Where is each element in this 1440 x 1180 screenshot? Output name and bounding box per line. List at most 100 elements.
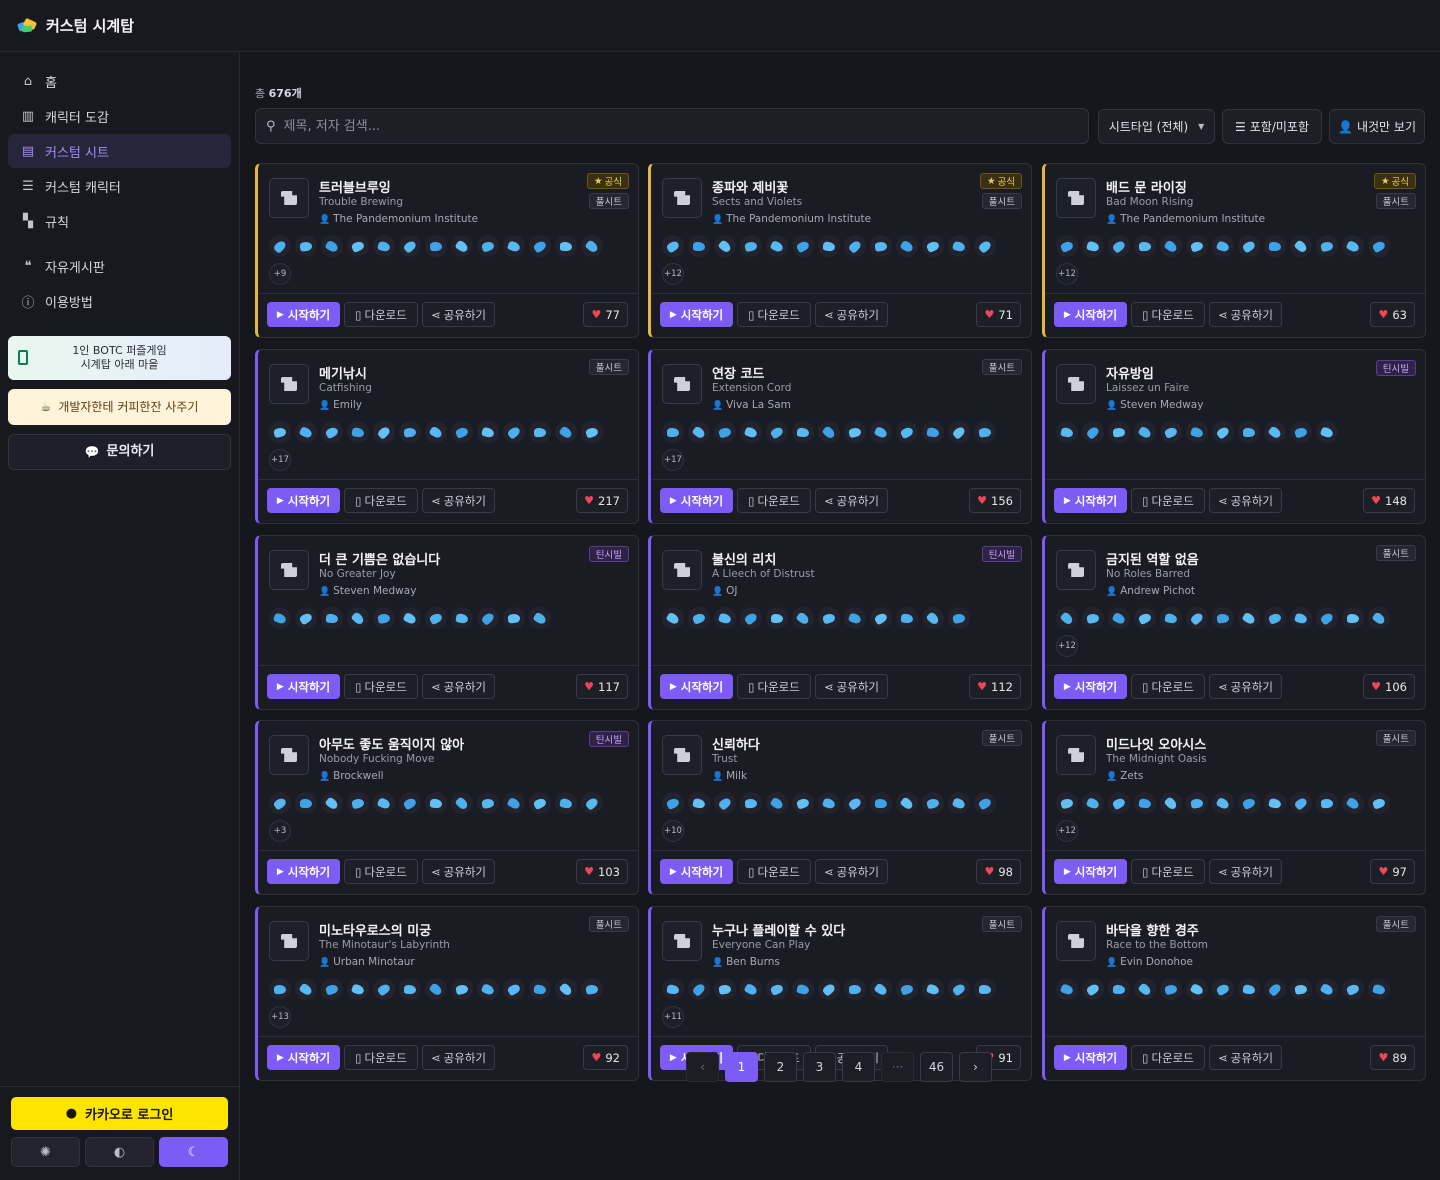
pagination-page-button[interactable]: 1 [725, 1052, 758, 1082]
start-button[interactable]: ▶시작하기 [1054, 488, 1127, 513]
character-icon[interactable] [555, 235, 577, 257]
pagination-page-button[interactable]: 2 [764, 1052, 797, 1082]
share-button[interactable]: ⋖공유하기 [815, 488, 888, 513]
share-button[interactable]: ⋖공유하기 [1209, 302, 1282, 327]
character-icon[interactable] [425, 421, 447, 443]
character-icon[interactable] [399, 607, 421, 629]
sheet-title[interactable]: 신뢰하다 [712, 734, 760, 753]
character-icon[interactable] [1108, 607, 1130, 629]
character-icon[interactable] [451, 235, 473, 257]
character-icon[interactable] [1264, 421, 1286, 443]
download-button[interactable]: ▯다운로드 [344, 859, 418, 884]
sheet-title[interactable]: 더 큰 기쁨은 없습니다 [319, 549, 440, 568]
character-icon[interactable] [269, 235, 291, 257]
character-icon[interactable] [399, 421, 421, 443]
character-icon[interactable] [347, 235, 369, 257]
sheet-card[interactable]: 트러블브루잉 Trouble Brewing 👤 The Pandemonium I… [255, 163, 639, 338]
sidebar-item-home[interactable]: ⌂ 홈 [8, 64, 231, 98]
character-icon[interactable] [451, 792, 473, 814]
character-icon[interactable] [1108, 235, 1130, 257]
sheet-card[interactable]: 더 큰 기쁨은 없습니다 No Greater Joy 👤 Steven Medwa… [255, 535, 639, 710]
character-icon[interactable] [948, 421, 970, 443]
character-icon[interactable] [662, 235, 684, 257]
sheet-card[interactable]: 신뢰하다 Trust 👤 Milk 풀시트 +10 ▶ 시작하기 ▯ 다운로드 ⋖ 공유하기 ♥ 98 [648, 720, 1032, 895]
character-icon[interactable] [1290, 607, 1312, 629]
start-button[interactable]: ▶시작하기 [660, 488, 733, 513]
like-button[interactable]: ♥ 148 [1363, 488, 1415, 513]
kakao-login-button[interactable]: ● 카카오로 로그인 [11, 1097, 228, 1130]
character-icon[interactable] [740, 607, 762, 629]
share-button[interactable]: ⋖공유하기 [422, 488, 495, 513]
start-button[interactable]: ▶시작하기 [1054, 859, 1127, 884]
character-icon[interactable] [662, 978, 684, 1000]
like-button[interactable]: ♥ 106 [1363, 674, 1415, 699]
character-icon[interactable] [529, 421, 551, 443]
character-icon[interactable] [714, 792, 736, 814]
character-icon[interactable] [1212, 421, 1234, 443]
character-icon[interactable] [347, 421, 369, 443]
share-button[interactable]: ⋖공유하기 [815, 674, 888, 699]
character-icon[interactable] [974, 978, 996, 1000]
character-icon[interactable] [1082, 235, 1104, 257]
start-button[interactable]: ▶시작하기 [267, 859, 340, 884]
character-icon[interactable] [581, 235, 603, 257]
character-icon[interactable] [373, 421, 395, 443]
character-icon[interactable] [1316, 792, 1338, 814]
character-icon[interactable] [269, 421, 291, 443]
sheet-title[interactable]: 금지된 역할 없음 [1106, 549, 1199, 568]
character-icon[interactable] [922, 235, 944, 257]
character-icon[interactable] [1186, 792, 1208, 814]
character-icon[interactable] [714, 607, 736, 629]
character-icon[interactable] [529, 792, 551, 814]
character-icon[interactable] [1186, 978, 1208, 1000]
theme-dark-button[interactable]: ☾ [159, 1137, 228, 1167]
character-icon[interactable] [870, 607, 892, 629]
download-button[interactable]: ▯다운로드 [1131, 302, 1205, 327]
character-icon[interactable] [948, 607, 970, 629]
like-button[interactable]: ♥ 217 [576, 488, 628, 513]
character-icon[interactable] [948, 235, 970, 257]
character-icon[interactable] [295, 607, 317, 629]
character-icon[interactable] [662, 607, 684, 629]
character-icon[interactable] [347, 792, 369, 814]
pagination-page-button[interactable]: 4 [842, 1052, 875, 1082]
character-icon[interactable] [1212, 235, 1234, 257]
sheet-title[interactable]: 아무도 좋도 움직이지 않아 [319, 734, 464, 753]
character-icon[interactable] [295, 792, 317, 814]
start-button[interactable]: ▶시작하기 [660, 859, 733, 884]
character-icon[interactable] [1160, 792, 1182, 814]
character-icon[interactable] [948, 792, 970, 814]
sheet-card[interactable]: 배드 문 라이징 Bad Moon Rising 👤 The Pandemonium… [1042, 163, 1426, 338]
character-icon[interactable] [922, 792, 944, 814]
include-exclude-button[interactable]: ☰ 포함/미포함 [1222, 109, 1322, 144]
like-button[interactable]: ♥ 117 [576, 674, 628, 699]
character-icon[interactable] [1316, 421, 1338, 443]
download-button[interactable]: ▯다운로드 [1131, 674, 1205, 699]
character-icon[interactable] [714, 421, 736, 443]
character-icon[interactable] [269, 978, 291, 1000]
character-icon[interactable] [818, 978, 840, 1000]
character-icon[interactable] [321, 421, 343, 443]
download-button[interactable]: ▯다운로드 [1131, 859, 1205, 884]
character-icon[interactable] [688, 792, 710, 814]
more-characters-badge[interactable]: +17 [662, 449, 684, 471]
character-icon[interactable] [295, 235, 317, 257]
sidebar-item-list[interactable]: ☰ 커스텀 캐릭터 [8, 169, 231, 203]
character-icon[interactable] [1238, 235, 1260, 257]
character-icon[interactable] [503, 792, 525, 814]
sheet-card[interactable]: 연장 코드 Extension Cord 👤 Viva La Sam 풀시트 +17 ▶ 시… [648, 349, 1032, 524]
download-button[interactable]: ▯다운로드 [344, 302, 418, 327]
character-icon[interactable] [555, 978, 577, 1000]
character-icon[interactable] [740, 421, 762, 443]
character-icon[interactable] [1290, 421, 1312, 443]
start-button[interactable]: ▶시작하기 [267, 302, 340, 327]
character-icon[interactable] [477, 421, 499, 443]
character-icon[interactable] [581, 421, 603, 443]
character-icon[interactable] [1368, 978, 1390, 1000]
character-icon[interactable] [792, 235, 814, 257]
sidebar-item-book[interactable]: ▥ 캐릭터 도감 [8, 99, 231, 133]
character-icon[interactable] [1368, 235, 1390, 257]
character-icon[interactable] [662, 792, 684, 814]
character-icon[interactable] [766, 607, 788, 629]
character-icon[interactable] [1316, 235, 1338, 257]
